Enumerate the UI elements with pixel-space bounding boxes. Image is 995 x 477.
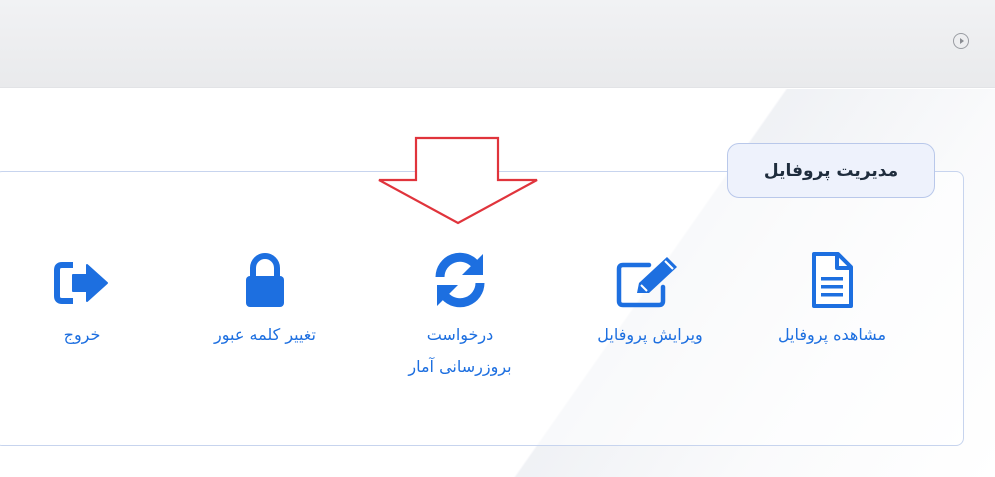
refresh-icon — [431, 245, 489, 309]
panel-title: مدیریت پروفایل — [727, 143, 935, 198]
document-icon — [810, 245, 854, 309]
annotation-down-arrow — [378, 136, 538, 225]
view-profile-button[interactable]: مشاهده پروفایل — [742, 245, 922, 351]
sign-out-icon — [51, 245, 113, 309]
circle-arrow-icon[interactable] — [953, 33, 969, 49]
sign-out-label: خروج — [63, 325, 101, 344]
top-toolbar — [0, 0, 995, 88]
change-password-label: تغییر کلمه عبور — [214, 325, 316, 344]
edit-icon — [615, 245, 685, 309]
edit-profile-button[interactable]: ویرایش پروفایل — [560, 245, 740, 351]
request-stats-update-button[interactable]: درخواست بروزرسانی آمار — [370, 245, 550, 383]
change-password-button[interactable]: تغییر کلمه عبور — [175, 245, 355, 351]
lock-icon — [243, 245, 287, 309]
request-stats-update-label: درخواست بروزرسانی آمار — [408, 325, 512, 376]
view-profile-label: مشاهده پروفایل — [777, 325, 887, 344]
edit-profile-label: ویرایش پروفایل — [597, 325, 703, 344]
sign-out-button[interactable]: خروج — [0, 245, 172, 351]
